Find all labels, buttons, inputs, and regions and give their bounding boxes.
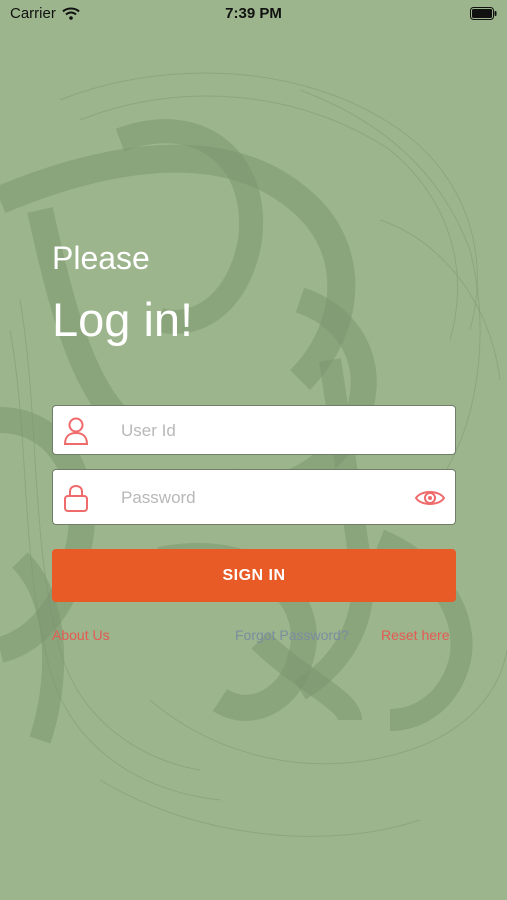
show-password-icon[interactable]	[415, 487, 445, 509]
sign-in-button[interactable]: SIGN IN	[52, 549, 456, 602]
reset-password-link[interactable]: Reset here	[381, 627, 449, 643]
user-id-input[interactable]	[119, 406, 423, 456]
status-time: 7:39 PM	[225, 5, 282, 22]
battery-icon	[470, 7, 497, 20]
about-us-link[interactable]: About Us	[52, 627, 110, 643]
password-input[interactable]	[119, 470, 423, 526]
user-icon	[63, 417, 89, 445]
lock-icon	[64, 484, 88, 512]
forgot-password-text: Forgot Password?	[235, 627, 349, 643]
user-id-field[interactable]	[52, 405, 456, 456]
status-bar: Carrier 7:39 PM	[0, 0, 507, 30]
password-field[interactable]	[52, 469, 456, 526]
greeting-text: Please	[52, 240, 150, 276]
page-title: Log in!	[52, 293, 194, 346]
